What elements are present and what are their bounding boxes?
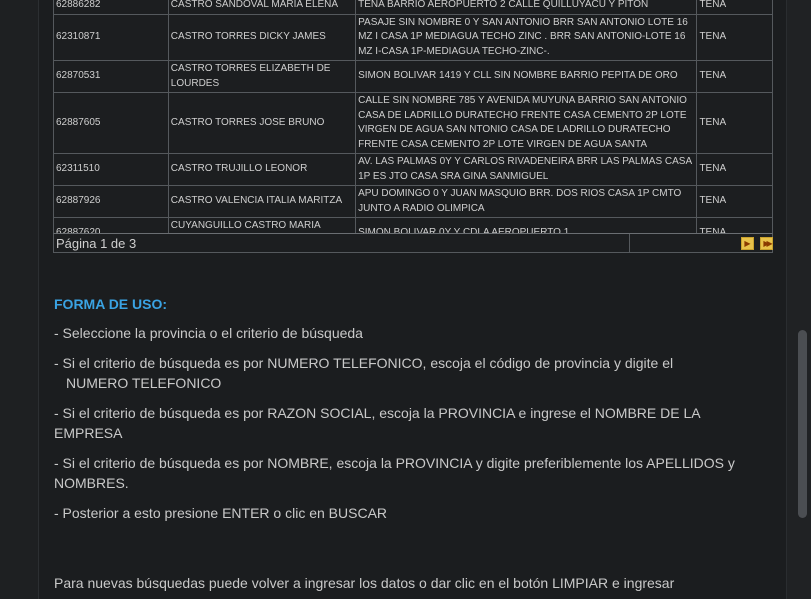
table-row: 62870531 CASTRO TORRES ELIZABETH DE LOURD… [53,60,773,93]
cell-name: CASTRO TRUJILLO LEONOR [167,153,357,186]
cell-address: SIMON BOLIVAR 1419 Y CLL SIN NOMBRE BARR… [355,60,698,93]
usage-instructions: FORMA DE USO: - Seleccione la provincia … [54,296,754,533]
cell-address: APU DOMINGO 0 Y JUAN MASQUIO BRR. DOS RI… [355,185,698,218]
cell-address: CALLE SIN NOMBRE 785 Y AVENIDA MUYUNA BA… [355,92,698,154]
cell-city: TENA [696,13,773,61]
scrollbar-thumb[interactable] [798,330,807,518]
vertical-scrollbar[interactable] [786,0,811,599]
table-row: 62310871 CASTRO TORRES DICKY JAMES PASAJE … [53,13,773,61]
pager-divider [629,234,630,252]
usage-line-4: - Si el criterio de búsqueda es por NOMB… [54,455,735,491]
last-page-icon: ▶▶ [763,238,772,248]
cell-id: 62310871 [53,13,169,61]
cell-id: 62311510 [53,153,169,186]
usage-title: FORMA DE USO: [54,296,168,312]
cell-id: 62887926 [53,185,169,218]
cell-city: TENA [696,185,773,218]
cell-address: AV. LAS PALMAS 0Y Y CARLOS RIVADENEIRA B… [355,153,698,186]
footer-instruction: Para nuevas búsquedas puede volver a ing… [54,575,675,591]
table-row: 62887605 CASTRO TORRES JOSE BRUNO CALLE SI… [53,92,773,154]
results-table-body: 62886282 CASTRO SANDOVAL MARIA ELENA TENA … [53,0,773,250]
cell-city: TENA [696,0,773,15]
usage-line-2: - Si el criterio de búsqueda es por NUME… [54,353,754,393]
cell-name: CASTRO SANDOVAL MARIA ELENA [167,0,357,15]
cell-address: PASAJE SIN NOMBRE 0 Y SAN ANTONIO BRR SA… [355,13,698,61]
next-icon: ▶ [744,238,751,248]
next-page-button[interactable]: ▶ [741,237,754,250]
pager: Página 1 de 3 ▶ ▶▶ [53,233,773,253]
cell-city: TENA [696,92,773,154]
table-row: 62311510 CASTRO TRUJILLO LEONOR AV. LAS PA… [53,153,773,186]
cell-id: 62870531 [53,60,169,93]
cell-name: CASTRO TORRES DICKY JAMES [167,13,357,61]
usage-line-2-continuation: NUMERO TELEFONICO [66,375,222,391]
last-page-button[interactable]: ▶▶ [760,237,773,250]
table-row: 62886282 CASTRO SANDOVAL MARIA ELENA TENA … [53,0,773,15]
page-indicator: Página 1 de 3 [56,236,137,251]
results-table-container: 62886282 CASTRO SANDOVAL MARIA ELENA TENA … [53,0,773,250]
cell-id: 62887605 [53,92,169,154]
cell-city: TENA [696,60,773,93]
usage-line-3: - Si el criterio de búsqueda es por RAZO… [54,405,700,441]
cell-id: 62886282 [53,0,169,15]
usage-line-5: - Posterior a esto presione ENTER o clic… [54,505,388,521]
cell-name: CASTRO VALENCIA ITALIA MARITZA [167,185,357,218]
cell-address: TENA BARRIO AEROPUERTO 2 CALLE QUILLUYAC… [355,0,698,15]
cell-name: CASTRO TORRES ELIZABETH DE LOURDES [167,60,357,93]
cell-city: TENA [696,153,773,186]
results-table: 62886282 CASTRO SANDOVAL MARIA ELENA TENA … [53,0,773,250]
cell-name: CASTRO TORRES JOSE BRUNO [167,92,357,154]
table-row: 62887926 CASTRO VALENCIA ITALIA MARITZA AP… [53,185,773,218]
usage-line-1: - Seleccione la provincia o el criterio … [54,325,363,341]
usage-line-2-text: - Si el criterio de búsqueda es por NUME… [54,355,674,371]
